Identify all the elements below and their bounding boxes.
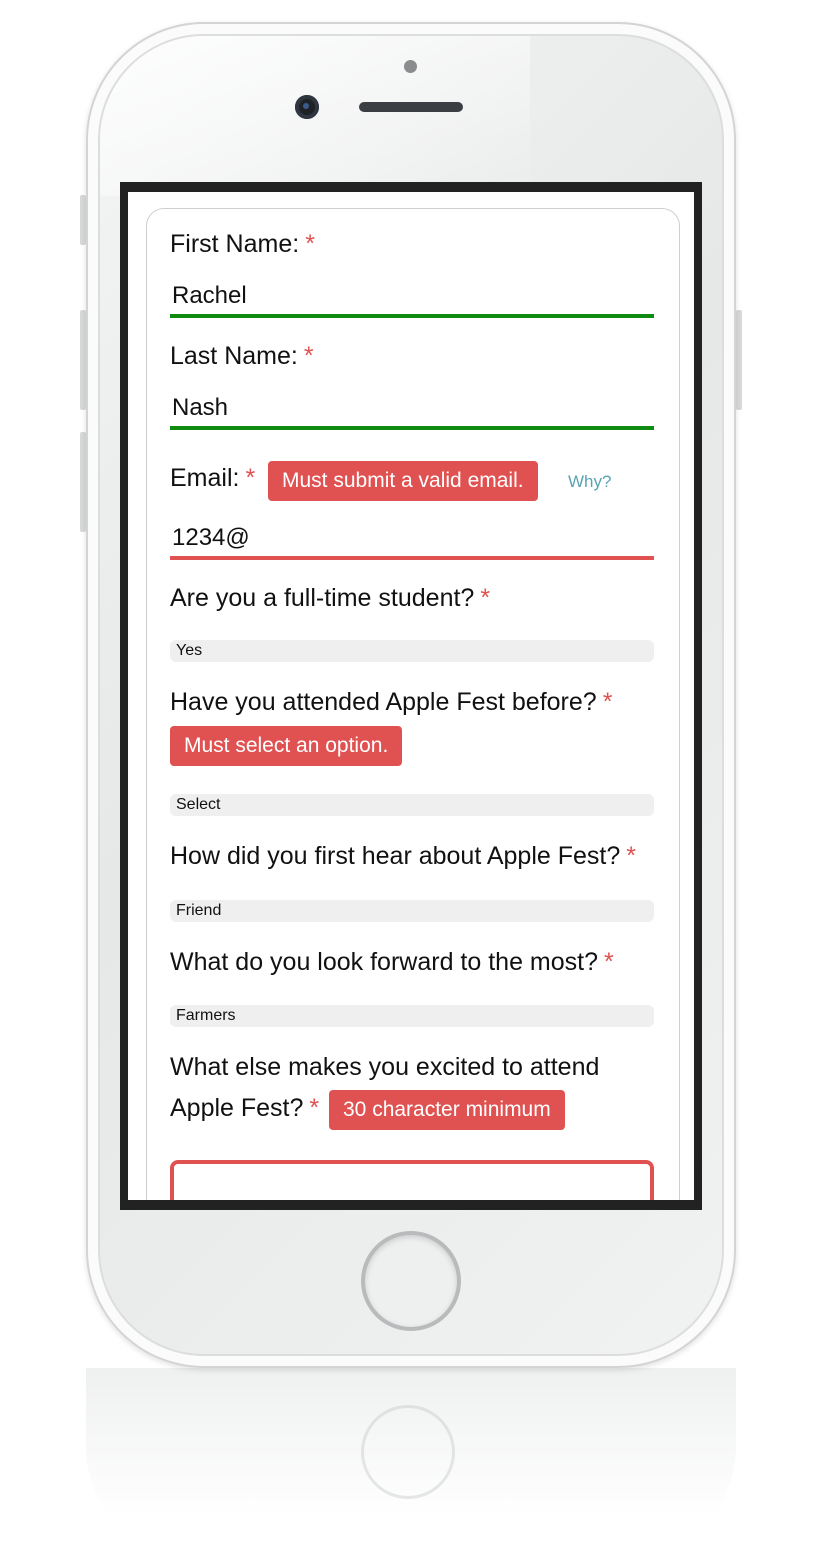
attended-label: Have you attended Apple Fest before? * [170,682,612,722]
forward-select[interactable]: Farmers [170,1005,654,1027]
required-marker: * [480,584,491,612]
first-name-label-text: First Name: [170,230,300,258]
screen-content: First Name: * Rachel Last Name: * Nash Ema… [128,192,694,1200]
required-marker: * [626,842,636,870]
excited-textarea[interactable] [170,1160,654,1200]
required-marker: * [245,464,256,492]
first-name-input[interactable]: Rachel [170,276,654,318]
required-marker: * [604,948,614,976]
home-button[interactable] [361,1231,461,1331]
email-error-badge: Must submit a valid email. [268,461,538,501]
front-camera-icon [295,95,319,119]
excited-label-line1: What else makes you excited to attend [170,1053,600,1081]
attended-error-badge: Must select an option. [170,726,403,766]
required-marker: * [303,342,314,370]
phone-screen: First Name: * Rachel Last Name: * Nash Ema… [120,182,702,1210]
device-stage: First Name: * Rachel Last Name: * Nash Ema… [0,0,839,1564]
phone-gloss [100,36,530,196]
email-label: Email: * [170,458,255,498]
proximity-sensor [404,60,417,73]
forward-label: What do you look forward to the most? * [170,942,614,982]
student-select[interactable]: Yes [170,640,654,662]
why-link[interactable]: Why? [568,472,611,492]
required-marker: * [602,688,613,716]
last-name-input[interactable]: Nash [170,388,654,430]
last-name-label-text: Last Name: [170,342,298,370]
earpiece-speaker [359,102,463,112]
email-label-text: Email: [170,464,240,492]
required-marker: * [305,230,315,258]
attended-label-text: Have you attended Apple Fest before? [170,688,597,716]
heard-label-text: How did you first hear about Apple Fest? [170,842,621,870]
last-name-label: Last Name: * [170,336,314,376]
heard-select[interactable]: Friend [170,900,654,922]
power-button [736,310,742,410]
excited-label-text: Apple Fest? [170,1094,304,1122]
email-input[interactable]: 1234@ [170,518,654,560]
excited-label-line2: Apple Fest? * [170,1088,319,1128]
student-label-text: Are you a full-time student? [170,584,475,612]
student-label: Are you a full-time student? * [170,578,490,618]
attended-select[interactable]: Select [170,794,654,816]
heard-label: How did you first hear about Apple Fest?… [170,836,636,876]
required-marker: * [309,1094,320,1122]
excited-error-badge: 30 character minimum [329,1090,565,1130]
forward-label-text: What do you look forward to the most? [170,948,598,976]
home-button-reflection [361,1405,455,1499]
first-name-label: First Name: * [170,224,315,264]
